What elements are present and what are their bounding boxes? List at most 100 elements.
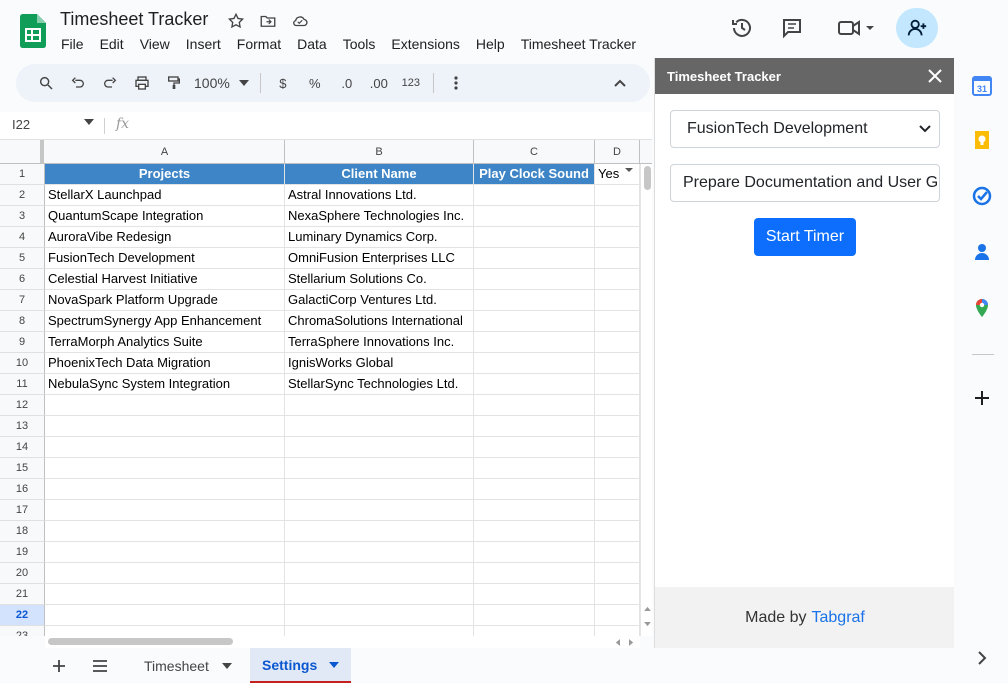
meet-video-icon[interactable] bbox=[830, 8, 880, 48]
horizontal-scrollbar[interactable] bbox=[45, 636, 640, 648]
grid-cell[interactable] bbox=[474, 227, 595, 248]
grid-cell[interactable] bbox=[285, 416, 474, 437]
menu-view[interactable]: View bbox=[132, 35, 178, 53]
grid-cell[interactable] bbox=[45, 584, 285, 605]
menu-extensions[interactable]: Extensions bbox=[383, 35, 467, 53]
row-header[interactable]: 7 bbox=[0, 290, 45, 311]
zoom-select[interactable]: 100% bbox=[190, 69, 234, 97]
row-header[interactable]: 19 bbox=[0, 542, 45, 563]
grid-cell[interactable]: StellarSync Technologies Ltd. bbox=[285, 374, 474, 395]
grid-cell[interactable] bbox=[474, 311, 595, 332]
menu-insert[interactable]: Insert bbox=[178, 35, 229, 53]
grid-cell[interactable] bbox=[595, 395, 640, 416]
grid-cell[interactable] bbox=[595, 416, 640, 437]
row-header[interactable]: 14 bbox=[0, 437, 45, 458]
grid-cell[interactable] bbox=[474, 458, 595, 479]
grid-cell[interactable] bbox=[45, 395, 285, 416]
column-header-b[interactable]: B bbox=[285, 140, 474, 164]
row-header[interactable]: 3 bbox=[0, 206, 45, 227]
column-header-a[interactable]: A bbox=[45, 140, 285, 164]
row-header[interactable]: 20 bbox=[0, 563, 45, 584]
scroll-left-icon[interactable] bbox=[615, 639, 620, 646]
grid-cell[interactable]: TerraMorph Analytics Suite bbox=[45, 332, 285, 353]
more-options-icon[interactable] bbox=[440, 69, 472, 97]
grid-cell[interactable] bbox=[474, 416, 595, 437]
collapse-menu-icon[interactable] bbox=[604, 69, 636, 97]
calendar-icon[interactable]: 31 bbox=[972, 76, 992, 96]
grid-cell[interactable]: NovaSpark Platform Upgrade bbox=[45, 290, 285, 311]
move-folder-icon[interactable] bbox=[258, 11, 278, 31]
grid-cell[interactable]: PhoenixTech Data Migration bbox=[45, 353, 285, 374]
get-add-ons-icon[interactable] bbox=[972, 388, 992, 408]
row-header[interactable]: 22 bbox=[0, 605, 45, 626]
grid-cell[interactable] bbox=[595, 206, 640, 227]
row-header[interactable]: 21 bbox=[0, 584, 45, 605]
grid-cell[interactable] bbox=[595, 290, 640, 311]
row-header[interactable]: 12 bbox=[0, 395, 45, 416]
project-select[interactable]: FusionTech Development bbox=[670, 110, 940, 148]
grid-cell[interactable]: OmniFusion Enterprises LLC bbox=[285, 248, 474, 269]
grid-cell[interactable] bbox=[285, 584, 474, 605]
start-timer-button[interactable]: Start Timer bbox=[754, 218, 856, 256]
grid-cell[interactable] bbox=[474, 500, 595, 521]
grid-cell[interactable] bbox=[474, 563, 595, 584]
row-header[interactable]: 18 bbox=[0, 521, 45, 542]
grid-cell[interactable]: TerraSphere Innovations Inc. bbox=[285, 332, 474, 353]
star-icon[interactable] bbox=[226, 11, 246, 31]
cell-d1-dropdown[interactable]: Yes bbox=[595, 164, 640, 185]
comments-icon[interactable] bbox=[772, 8, 812, 48]
grid-cell[interactable] bbox=[285, 479, 474, 500]
grid-cell[interactable] bbox=[285, 500, 474, 521]
grid-cell[interactable]: SpectrumSynergy App Enhancement bbox=[45, 311, 285, 332]
row-header[interactable]: 15 bbox=[0, 458, 45, 479]
tab-menu-caret-icon[interactable] bbox=[222, 662, 232, 669]
row-header[interactable]: 23 bbox=[0, 626, 45, 636]
close-icon[interactable] bbox=[926, 67, 944, 85]
grid-cell[interactable] bbox=[474, 269, 595, 290]
grid-cell[interactable] bbox=[474, 626, 595, 636]
grid-cell[interactable] bbox=[474, 542, 595, 563]
grid-cell[interactable] bbox=[595, 584, 640, 605]
row-header[interactable]: 5 bbox=[0, 248, 45, 269]
print-icon[interactable] bbox=[126, 69, 158, 97]
grid-cell[interactable] bbox=[474, 206, 595, 227]
horizontal-scroll-thumb[interactable] bbox=[48, 638, 233, 645]
menu-timesheet-tracker[interactable]: Timesheet Tracker bbox=[513, 35, 644, 53]
search-menus-icon[interactable] bbox=[30, 69, 62, 97]
currency-format-button[interactable]: $ bbox=[267, 69, 299, 97]
grid-cell[interactable]: StellarX Launchpad bbox=[45, 185, 285, 206]
scroll-up-icon[interactable] bbox=[644, 606, 651, 611]
grid-cell[interactable]: GalactiCorp Ventures Ltd. bbox=[285, 290, 474, 311]
redo-icon[interactable] bbox=[94, 69, 126, 97]
add-sheet-icon[interactable] bbox=[52, 648, 66, 683]
scroll-right-icon[interactable] bbox=[629, 639, 634, 646]
select-all-corner[interactable] bbox=[0, 140, 44, 164]
grid-cell[interactable] bbox=[285, 458, 474, 479]
row-header[interactable]: 10 bbox=[0, 353, 45, 374]
undo-icon[interactable] bbox=[62, 69, 94, 97]
grid-cell[interactable] bbox=[474, 437, 595, 458]
grid-cell[interactable] bbox=[595, 437, 640, 458]
cell-b1[interactable]: Client Name bbox=[285, 164, 474, 185]
grid-cell[interactable] bbox=[595, 311, 640, 332]
grid-cell[interactable] bbox=[45, 626, 285, 636]
grid-cell[interactable]: Celestial Harvest Initiative bbox=[45, 269, 285, 290]
menu-data[interactable]: Data bbox=[289, 35, 335, 53]
grid-cell[interactable] bbox=[45, 500, 285, 521]
row-header[interactable]: 1 bbox=[0, 164, 45, 185]
menu-tools[interactable]: Tools bbox=[335, 35, 384, 53]
grid-cell[interactable] bbox=[595, 542, 640, 563]
grid-cell[interactable] bbox=[45, 605, 285, 626]
tab-timesheet[interactable]: Timesheet bbox=[132, 648, 244, 683]
grid-cell[interactable] bbox=[45, 416, 285, 437]
cell-a1[interactable]: Projects bbox=[45, 164, 285, 185]
grid-cell[interactable] bbox=[474, 248, 595, 269]
menu-file[interactable]: File bbox=[53, 35, 92, 53]
all-sheets-icon[interactable] bbox=[92, 648, 108, 683]
contacts-icon[interactable] bbox=[972, 242, 992, 262]
decrease-decimal-button[interactable]: .0 bbox=[331, 69, 363, 97]
grid-cell[interactable] bbox=[45, 542, 285, 563]
row-header[interactable]: 13 bbox=[0, 416, 45, 437]
tasks-icon[interactable] bbox=[972, 186, 992, 206]
grid-cell[interactable] bbox=[45, 563, 285, 584]
